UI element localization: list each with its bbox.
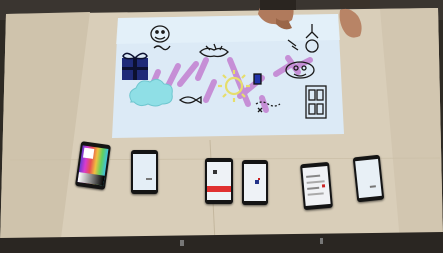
tabletop-photo: [0, 0, 443, 253]
phone-4: [242, 160, 268, 205]
phone-color-picker: [75, 141, 111, 190]
phone-6: [352, 154, 385, 203]
phone-2: [131, 150, 158, 194]
phone-3: [205, 158, 233, 204]
phone-5: [300, 161, 333, 211]
photo-scene: [0, 0, 443, 253]
